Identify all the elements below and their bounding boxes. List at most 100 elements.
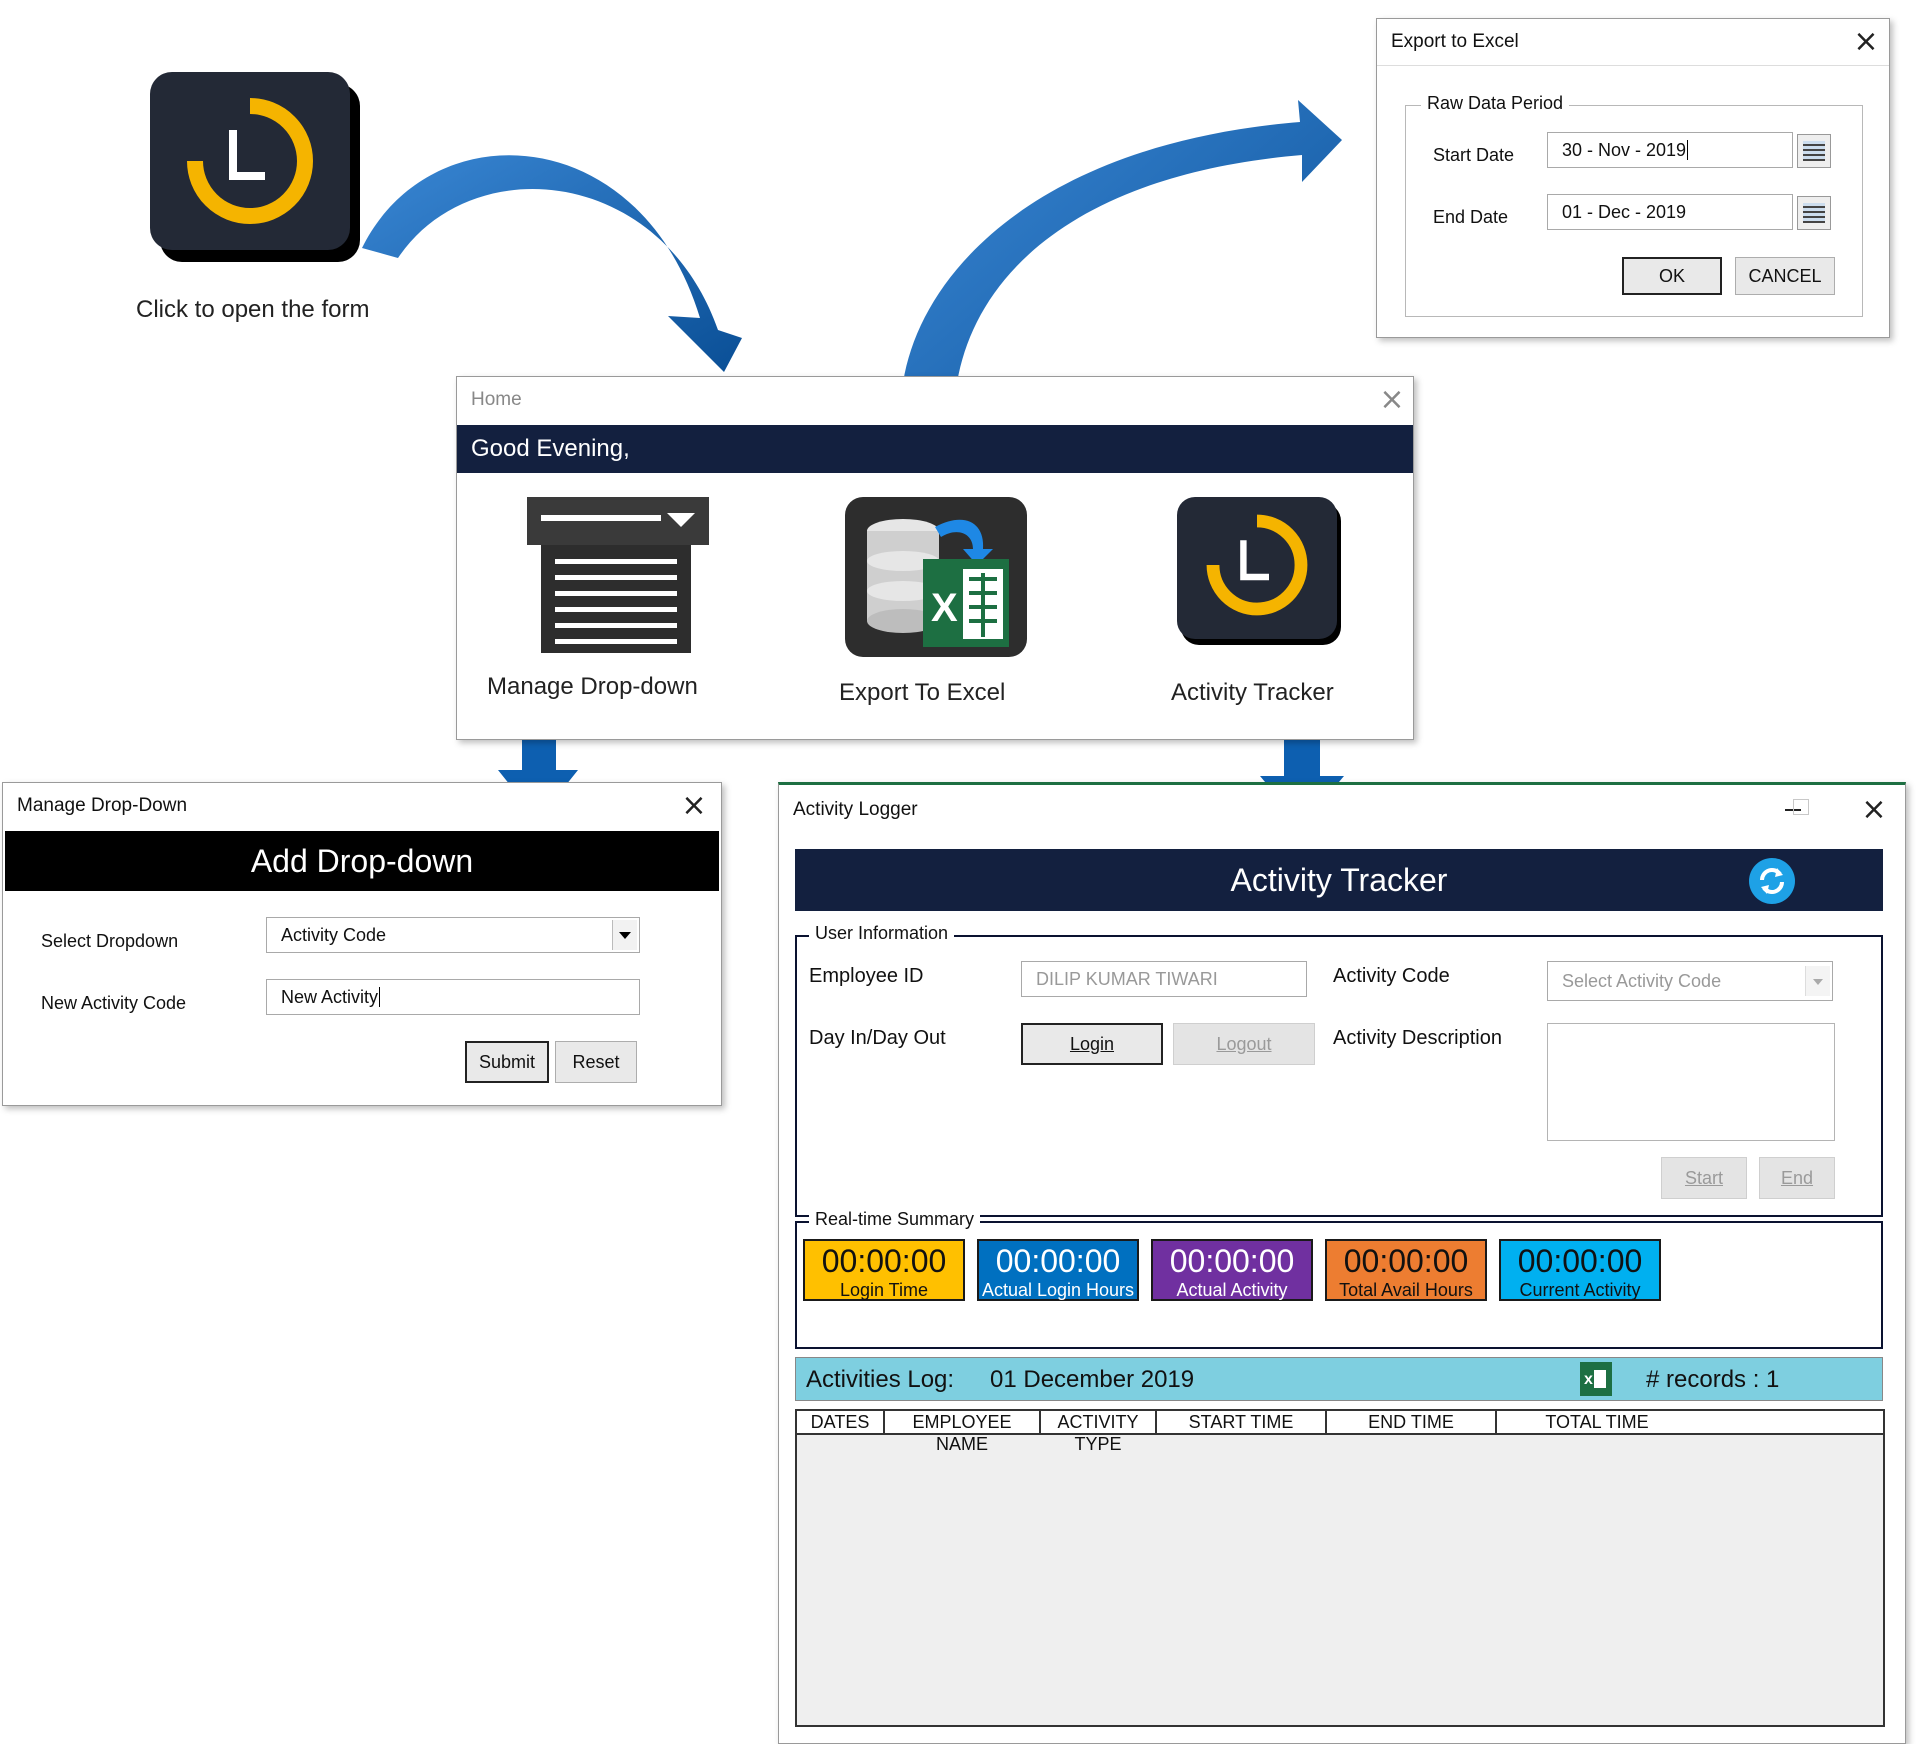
calendar-icon[interactable]	[1797, 196, 1831, 230]
summary-tile-time: 00:00:00	[821, 1243, 947, 1279]
activity-logger-window: Activity Logger × Activity Tracker User …	[778, 782, 1906, 1744]
summary-tile: 00:00:00 Total Avail Hours	[1325, 1239, 1487, 1301]
summary-tile-caption: Current Activity	[1519, 1280, 1641, 1300]
home-titlebar: Home ×	[457, 377, 1413, 423]
greeting-text: Good Evening,	[471, 435, 630, 462]
home-item-label: Export To Excel	[839, 679, 1006, 706]
logout-button[interactable]: Logout	[1173, 1023, 1315, 1065]
end-date-field[interactable]: 01 - Dec - 2019	[1547, 194, 1793, 230]
home-window: Home × Good Evening, Manage Drop-down X …	[456, 376, 1414, 740]
summary-tile-time: 00:00:00	[995, 1243, 1121, 1279]
reset-button[interactable]: Reset	[555, 1041, 637, 1083]
start-date-field[interactable]: 30 - Nov - 2019	[1547, 132, 1793, 168]
activity-description-label: Activity Description	[1333, 1027, 1502, 1049]
start-button[interactable]: Start	[1661, 1157, 1747, 1199]
raw-data-period-label: Raw Data Period	[1421, 93, 1570, 114]
submit-button[interactable]: Submit	[465, 1041, 549, 1083]
close-icon[interactable]: ×	[1857, 793, 1891, 827]
home-item-label: Manage Drop-down	[487, 673, 698, 700]
new-activity-code-label: New Activity Code	[41, 993, 187, 1013]
summary-tile: 00:00:00 Actual Login Hours	[977, 1239, 1139, 1301]
export-dialog: Export to Excel × Raw Data Period Start …	[1376, 18, 1890, 338]
day-in-out-label: Day In/Day Out	[809, 1027, 946, 1049]
manage-titlebar: Manage Drop-Down ×	[3, 783, 721, 829]
summary-tile-caption: Actual Login Hours	[981, 1280, 1135, 1300]
home-title: Home	[471, 389, 522, 410]
select-dropdown[interactable]: Activity Code	[266, 917, 640, 953]
tracker-title: Activity Tracker	[1230, 862, 1448, 898]
excel-export-icon[interactable]: x	[1580, 1362, 1612, 1396]
summary-tile-caption: Login Time	[839, 1280, 929, 1300]
export-titlebar: Export to Excel ×	[1377, 19, 1889, 66]
col-dates[interactable]: DATES	[797, 1411, 885, 1433]
home-item-manage-dropdown[interactable]: Manage Drop-down	[487, 497, 737, 717]
new-activity-code-input[interactable]: New Activity	[266, 979, 640, 1015]
activity-code-placeholder: Select Activity Code	[1562, 970, 1722, 991]
summary-tile: 00:00:00 Login Time	[803, 1239, 965, 1301]
maximize-icon	[1793, 799, 1809, 815]
col-activity-type[interactable]: ACTIVITY TYPE	[1041, 1411, 1157, 1454]
clock-app-icon	[1206, 514, 1308, 616]
new-activity-code-value: New Activity	[281, 986, 379, 1007]
launcher-icon[interactable]	[150, 72, 360, 262]
select-dropdown-value: Activity Code	[281, 924, 387, 945]
add-dropdown-header: Add Drop-down	[5, 831, 719, 891]
activities-table: DATES EMPLOYEE NAME ACTIVITY TYPE START …	[795, 1409, 1885, 1727]
activity-description-input[interactable]	[1547, 1023, 1835, 1141]
col-employee-name[interactable]: EMPLOYEE NAME	[885, 1411, 1041, 1454]
summary-tile-time: 00:00:00	[1343, 1243, 1469, 1279]
employee-id-label: Employee ID	[809, 965, 924, 987]
col-start-time[interactable]: START TIME	[1157, 1411, 1327, 1433]
activity-code-label: Activity Code	[1333, 965, 1450, 987]
greeting-bar: Good Evening,	[457, 425, 1413, 473]
col-total-time[interactable]: TOTAL TIME	[1497, 1411, 1697, 1433]
arrow-to-home	[362, 155, 742, 372]
activity-code-select[interactable]: Select Activity Code	[1547, 961, 1833, 1001]
summary-tile: 00:00:00 Actual Activity Hours	[1151, 1239, 1313, 1322]
summary-tile-time: 00:00:00	[1169, 1243, 1295, 1279]
cancel-button[interactable]: CANCEL	[1735, 257, 1835, 295]
close-icon[interactable]: ×	[1849, 25, 1883, 59]
ok-button[interactable]: OK	[1622, 257, 1722, 295]
summary-tile-caption: Total Avail Hours	[1339, 1280, 1473, 1300]
table-header: DATES EMPLOYEE NAME ACTIVITY TYPE START …	[797, 1411, 1883, 1454]
home-item-label: Activity Tracker	[1171, 679, 1334, 706]
end-date-label: End Date	[1433, 207, 1509, 227]
user-information-label: User Information	[809, 923, 955, 944]
end-button[interactable]: End	[1759, 1157, 1835, 1199]
database-excel-icon: X	[845, 497, 1027, 657]
close-icon[interactable]: ×	[1375, 383, 1409, 417]
calendar-icon[interactable]	[1797, 134, 1831, 168]
summary-tile: 00:00:00 Current Activity	[1499, 1239, 1661, 1301]
manage-dropdown-window: Manage Drop-Down × Add Drop-down Select …	[2, 782, 722, 1106]
start-date-value: 30 - Nov - 2019	[1562, 139, 1687, 160]
tracker-header: Activity Tracker	[795, 849, 1883, 911]
home-item-export-excel[interactable]: X Export To Excel	[837, 497, 1037, 722]
add-dropdown-title: Add Drop-down	[250, 843, 474, 879]
select-dropdown-label: Select Dropdown	[41, 931, 179, 951]
records-count: # records : 1	[1646, 1366, 1780, 1393]
launcher-caption: Click to open the form	[136, 296, 370, 323]
activities-log-bar: Activities Log: 01 December 2019 x # rec…	[795, 1357, 1883, 1401]
svg-text:X: X	[931, 586, 958, 630]
col-end-time[interactable]: END TIME	[1327, 1411, 1497, 1433]
chevron-down-icon[interactable]	[612, 920, 637, 950]
clock-app-icon	[187, 98, 313, 224]
dropdown-list-icon	[527, 497, 709, 653]
activities-log-label: Activities Log:	[806, 1366, 955, 1393]
logger-titlebar: Activity Logger ×	[779, 785, 1905, 831]
refresh-icon[interactable]	[1749, 858, 1795, 904]
home-item-activity-tracker[interactable]: Activity Tracker	[1171, 497, 1397, 722]
login-button[interactable]: Login	[1021, 1023, 1163, 1065]
realtime-summary-label: Real-time Summary	[809, 1209, 981, 1230]
activities-log-date: 01 December 2019	[990, 1366, 1195, 1393]
chevron-down-icon[interactable]	[1805, 966, 1830, 996]
employee-id-field: DILIP KUMAR TIWARI	[1021, 961, 1307, 997]
logger-title: Activity Logger	[793, 799, 918, 820]
start-date-label: Start Date	[1433, 145, 1515, 165]
export-title: Export to Excel	[1391, 31, 1519, 52]
summary-tile-time: 00:00:00	[1517, 1243, 1643, 1279]
summary-tile-caption: Actual Activity Hours	[1176, 1280, 1288, 1322]
close-icon[interactable]: ×	[677, 789, 711, 823]
manage-title: Manage Drop-Down	[17, 795, 188, 816]
